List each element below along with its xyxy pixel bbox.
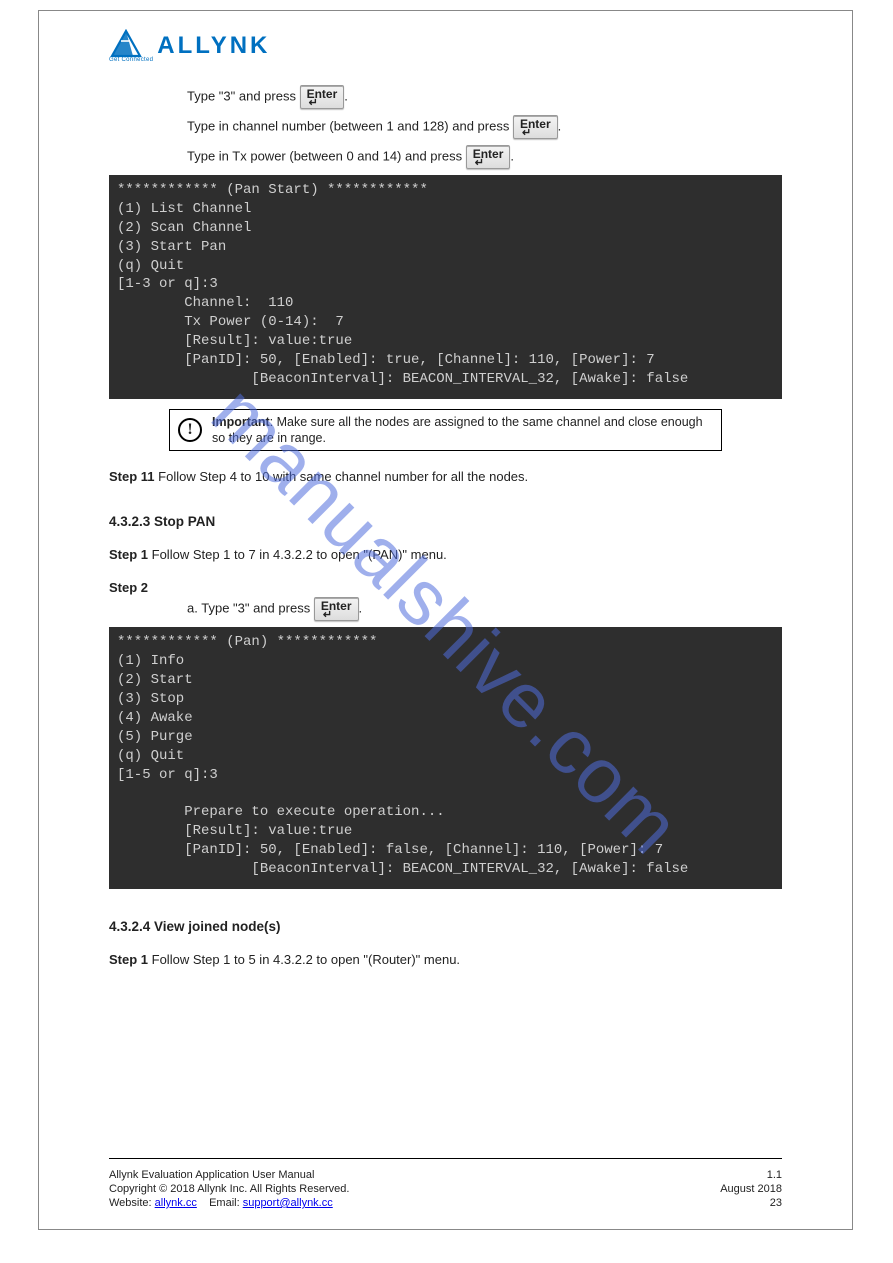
enter-key-icon: Enter↵ (466, 145, 511, 169)
footer-website-label: Website: (109, 1197, 152, 1209)
footer-email-label: Email: (209, 1197, 240, 1209)
footer-copyright: Copyright © 2018 Allynk Inc. All Rights … (109, 1183, 349, 1195)
instruction-a1: Type "3" and press Enter↵. (187, 85, 782, 109)
important-callout: ! Important: Make sure all the nodes are… (169, 409, 722, 452)
footer-page-number: 23 (770, 1197, 782, 1209)
enter-key-icon: Enter↵ (300, 85, 345, 109)
important-body: Make sure all the nodes are assigned to … (212, 415, 703, 445)
enter-key-icon: Enter↵ (314, 597, 359, 621)
page-footer: Allynk Evaluation Application User Manua… (109, 1158, 782, 1209)
footer-email-link[interactable]: support@allynk.cc (243, 1197, 333, 1209)
footer-date: August 2018 (720, 1183, 782, 1195)
exclamation-icon: ! (178, 418, 202, 442)
footer-version: 1.1 (767, 1169, 782, 1181)
terminal-output-panstart: ************ (Pan Start) ************ (1… (109, 175, 782, 399)
viewjoin-step1: Step 1 Follow Step 1 to 5 in 4.3.2.2 to … (109, 952, 782, 967)
enter-key-icon: Enter↵ (513, 115, 558, 139)
important-title: Important (212, 415, 270, 429)
logo-wordmark: ALLYNK (157, 32, 270, 60)
logo-triangle-icon (109, 29, 153, 59)
stoppan-step2: Step 2 (109, 580, 782, 595)
footer-website-link[interactable]: allynk.cc (155, 1197, 197, 1209)
terminal-output-pan: ************ (Pan) ************ (1) Info… (109, 627, 782, 889)
stoppan-step1: Step 1 Follow Step 1 to 7 in 4.3.2.2 to … (109, 547, 782, 562)
footer-doc-title: Allynk Evaluation Application User Manua… (109, 1169, 314, 1181)
instruction-a2: Type in channel number (between 1 and 12… (187, 115, 782, 139)
logo-tagline: Get Connected (109, 57, 153, 63)
heading-view-joined: 4.3.2.4 View joined node(s) (109, 919, 782, 934)
brand-logo: Get Connected ALLYNK (109, 29, 782, 63)
stoppan-step2-a: a. Type "3" and press Enter↵. (187, 597, 782, 621)
instruction-a3: Type in Tx power (between 0 and 14) and … (187, 145, 782, 169)
step-11: Step 11 Follow Step 4 to 10 with same ch… (109, 469, 782, 484)
heading-stop-pan: 4.3.2.3 Stop PAN (109, 514, 782, 529)
